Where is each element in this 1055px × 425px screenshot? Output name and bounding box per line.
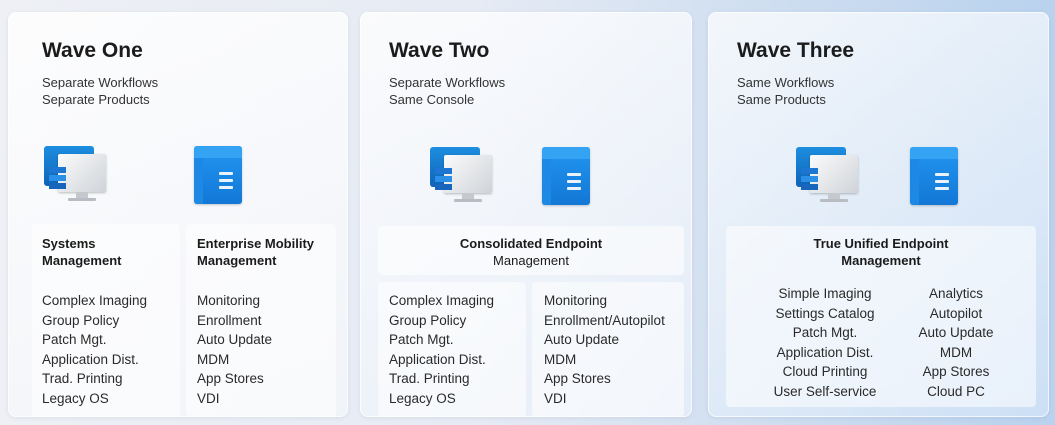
list-item: Enrollment/Autopilot — [544, 312, 665, 328]
wave-subtitle-line1: Separate Workflows — [42, 75, 159, 90]
enterprise-mobility-heading: Enterprise Mobility Management — [197, 236, 315, 268]
list-item: Simple Imaging — [778, 286, 872, 301]
wave-subtitle-line2: Separate Products — [42, 92, 150, 107]
list-item: Legacy OS — [389, 390, 456, 406]
list-item: User Self-service — [773, 383, 877, 399]
app-window-icon — [910, 147, 958, 205]
wave-subtitle-line2: Same Console — [389, 92, 475, 107]
wave-one-panel: Wave One Separate Workflows Separate Pro… — [8, 12, 348, 417]
wave-subtitle-line1: Separate Workflows — [389, 75, 506, 90]
list-item: Auto Update — [918, 325, 994, 341]
list-item: Group Policy — [42, 312, 120, 328]
true-unified-endpoint-heading: True Unified Endpoint Management — [813, 236, 949, 268]
list-item: Trad. Printing — [42, 371, 123, 387]
list-item: Group Policy — [389, 312, 467, 328]
wave-three-left-list: Simple Imaging Settings Catalog Patch Mg… — [750, 284, 900, 402]
list-item: Application Dist. — [389, 351, 486, 367]
list-item: Autopilot — [929, 305, 983, 321]
app-window-icon — [194, 146, 242, 204]
desktop-monitor-icon — [44, 146, 106, 204]
list-item: MDM — [544, 351, 577, 367]
list-item: Settings Catalog — [775, 305, 875, 321]
list-item: VDI — [197, 390, 220, 406]
list-item: Auto Update — [544, 332, 620, 348]
wave-three-panel: Wave Three Same Workflows Same Products … — [708, 12, 1049, 417]
list-item: Patch Mgt. — [792, 325, 858, 341]
list-item: App Stores — [197, 371, 264, 387]
wave-one-left-list: Complex Imaging Group Policy Patch Mgt. … — [42, 291, 147, 409]
wave-two-right-list: Monitoring Enrollment/Autopilot Auto Upd… — [544, 291, 665, 409]
list-item: Application Dist. — [776, 344, 874, 360]
list-item: Complex Imaging — [42, 293, 148, 308]
list-item: Patch Mgt. — [42, 332, 107, 348]
wave-two-left-list: Complex Imaging Group Policy Patch Mgt. … — [389, 291, 494, 409]
list-item: Monitoring — [544, 293, 608, 308]
systems-management-heading: Systems Management — [42, 236, 122, 268]
wave-two-panel: Wave Two Separate Workflows Same Console… — [360, 12, 692, 417]
consolidated-endpoint-heading: Consolidated Endpoint Management — [459, 236, 603, 268]
wave-title: Wave Three — [737, 39, 855, 62]
list-item: Monitoring — [197, 293, 261, 308]
wave-title: Wave One — [42, 39, 143, 62]
wave-one-right-list: Monitoring Enrollment Auto Update MDM Ap… — [197, 291, 272, 409]
wave-subtitle-line1: Same Workflows — [737, 75, 835, 90]
list-item: Analytics — [928, 286, 984, 301]
list-item: Trad. Printing — [389, 371, 470, 387]
list-item: MDM — [939, 344, 973, 360]
list-item: Complex Imaging — [389, 293, 495, 308]
list-item: Cloud Printing — [782, 364, 868, 380]
app-window-icon — [542, 147, 590, 205]
list-item: Application Dist. — [42, 351, 139, 367]
list-item: App Stores — [544, 371, 611, 387]
desktop-monitor-icon — [430, 147, 492, 205]
list-item: App Stores — [922, 364, 990, 380]
list-item: Enrollment — [197, 312, 262, 328]
list-item: VDI — [544, 390, 567, 406]
list-item: MDM — [197, 351, 230, 367]
list-item: Auto Update — [197, 332, 273, 348]
wave-subtitle-line2: Same Products — [737, 92, 826, 107]
list-item: Patch Mgt. — [389, 332, 454, 348]
list-item: Cloud PC — [927, 383, 985, 399]
list-item: Legacy OS — [42, 390, 109, 406]
desktop-monitor-icon — [796, 147, 858, 205]
wave-three-right-list: Analytics Autopilot Auto Update MDM App … — [904, 284, 1008, 402]
wave-title: Wave Two — [389, 39, 490, 62]
